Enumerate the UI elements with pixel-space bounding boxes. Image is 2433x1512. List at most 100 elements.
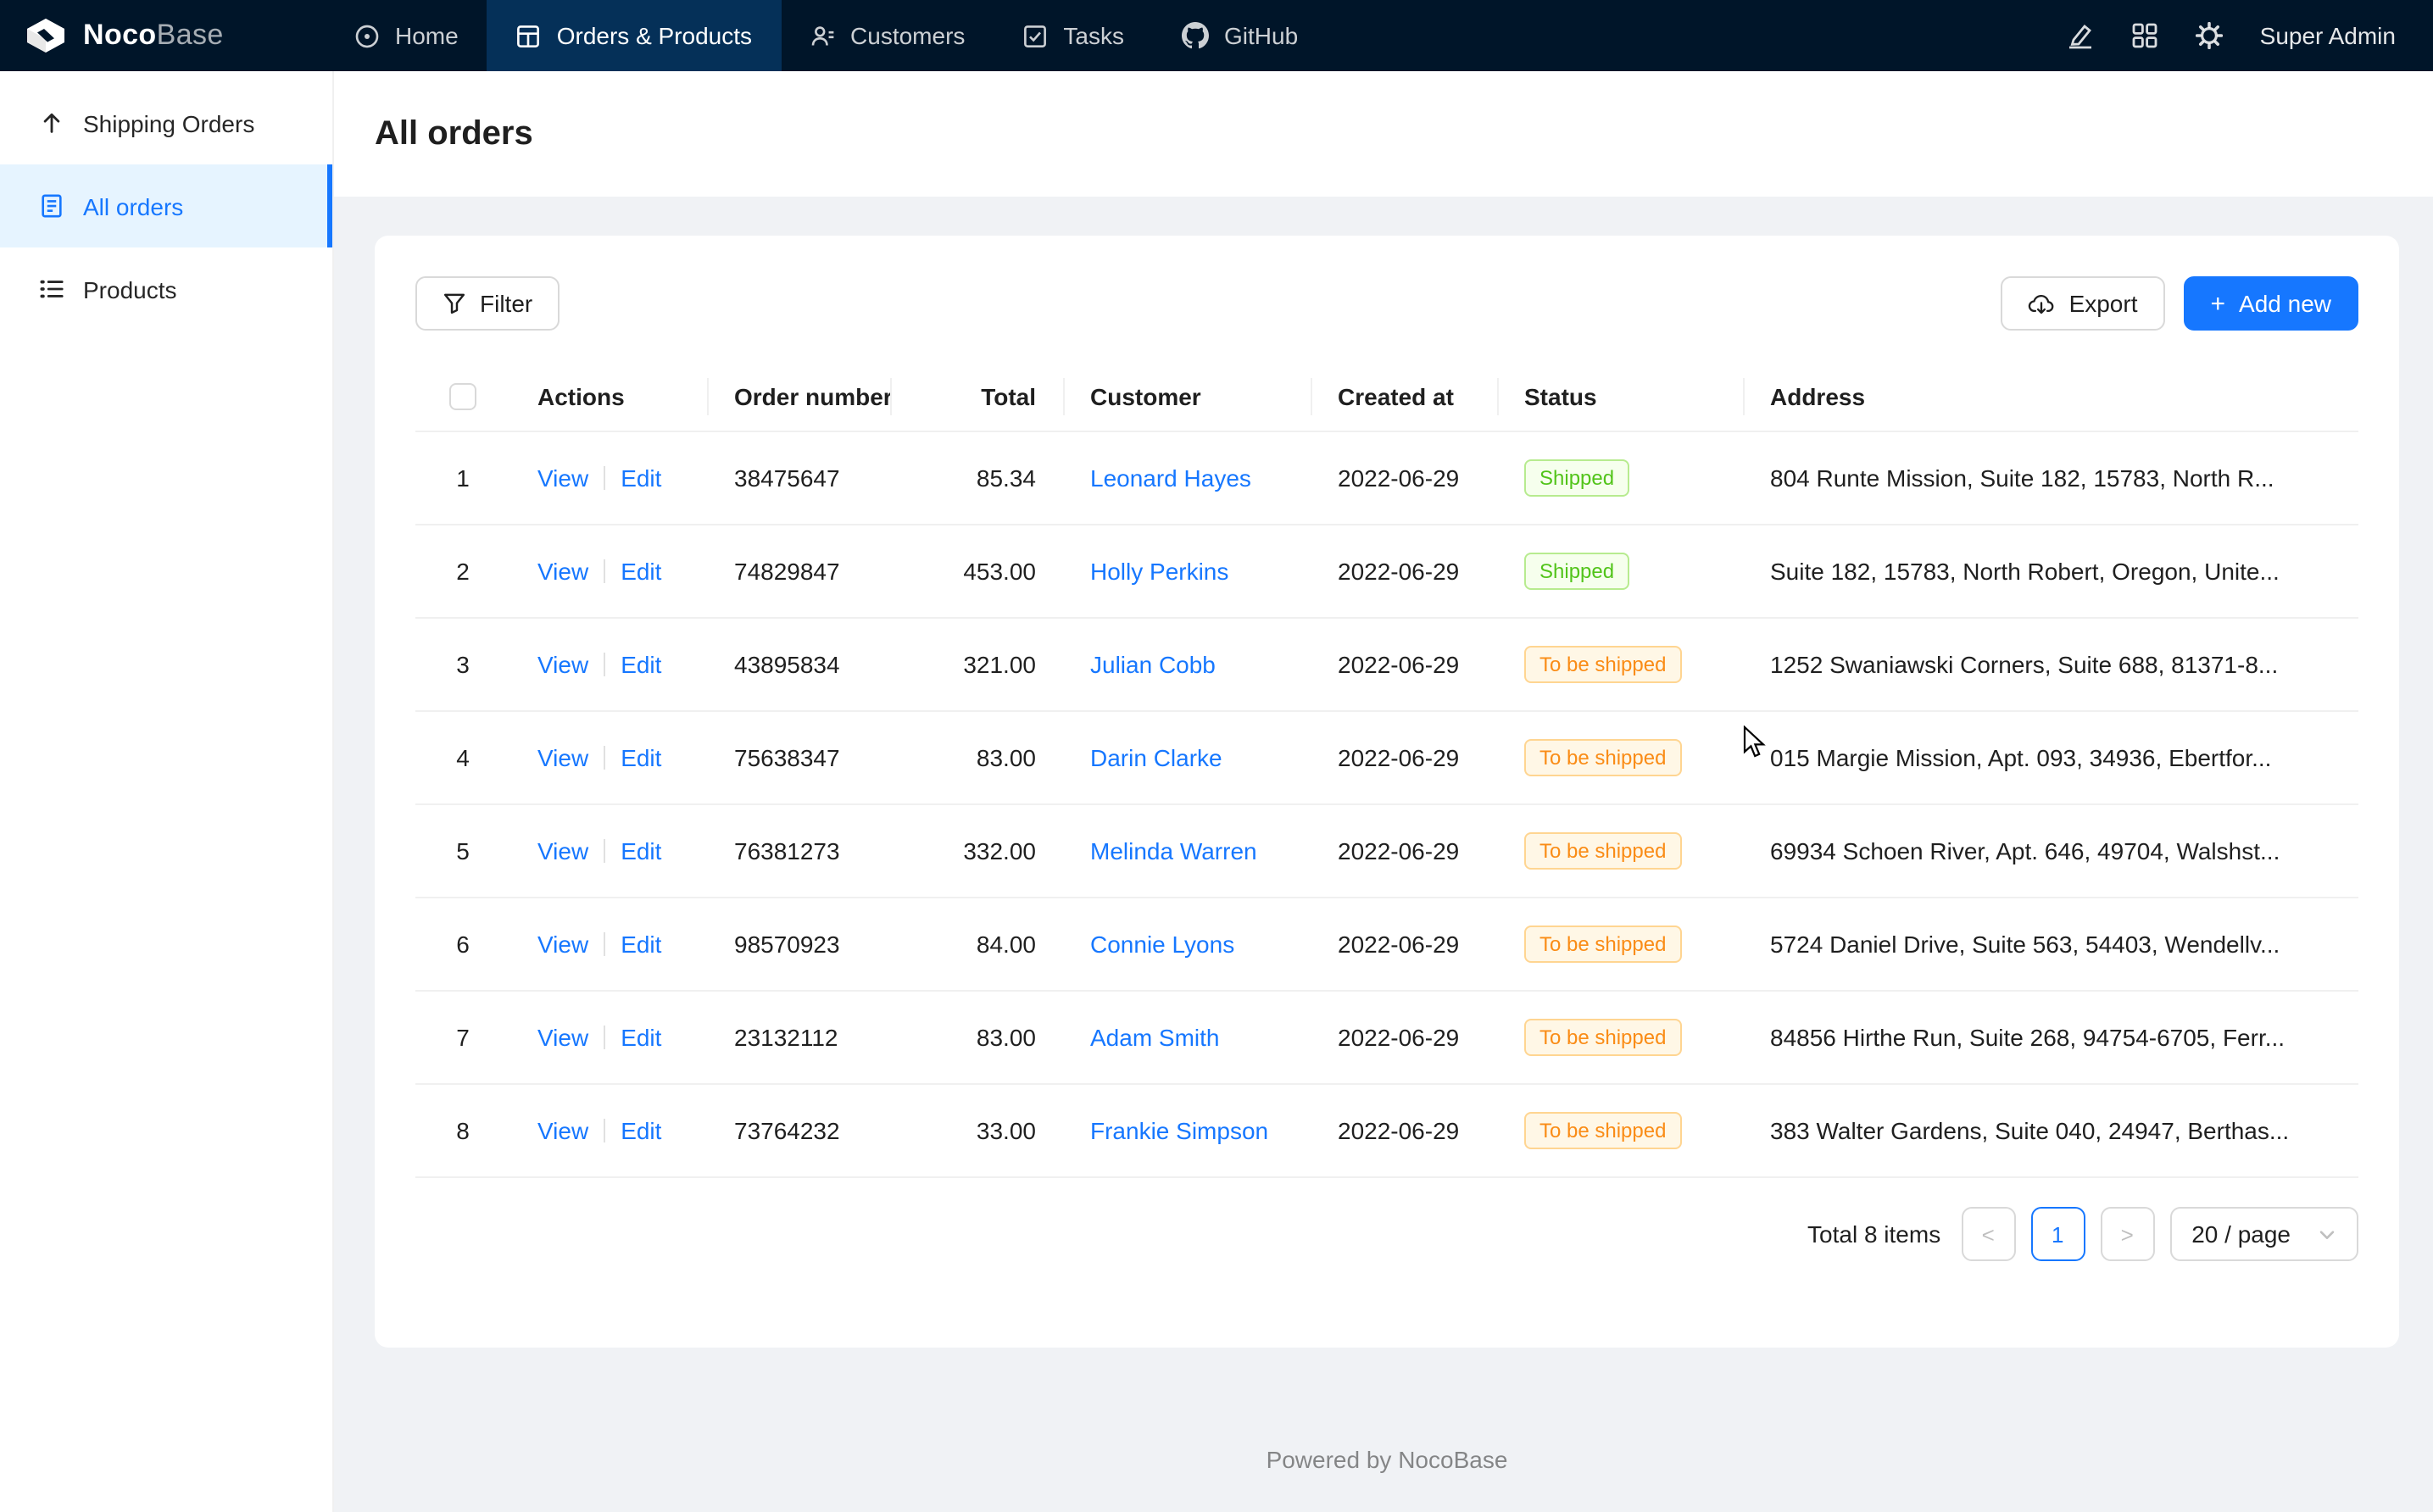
ui-editor-highlighter-icon[interactable] [2067, 22, 2094, 49]
edit-link[interactable]: Edit [621, 1118, 661, 1145]
view-link[interactable]: View [537, 559, 588, 586]
column-header-created-at: Created at [1311, 361, 1497, 432]
view-link[interactable]: View [537, 931, 588, 959]
order-number-cell: 73764232 [707, 1085, 890, 1178]
status-cell: To be shipped [1497, 712, 1743, 805]
column-header-actions: Actions [510, 361, 707, 432]
chevron-down-icon [2318, 1226, 2336, 1244]
status-badge: Shipped [1524, 553, 1629, 591]
nav-item-home[interactable]: Home [326, 0, 487, 71]
total-cell: 83.00 [890, 712, 1063, 805]
action-divider [604, 840, 605, 864]
customer-link[interactable]: Julian Cobb [1090, 652, 1216, 679]
settings-gear-icon[interactable] [2196, 22, 2223, 49]
action-divider [604, 933, 605, 957]
actions-cell: View Edit [510, 805, 707, 898]
logo-cube-icon [24, 17, 68, 54]
pagination-prev-button[interactable]: < [1961, 1208, 2015, 1262]
view-link[interactable]: View [537, 745, 588, 772]
edit-link[interactable]: Edit [621, 838, 661, 865]
table-row: 2 ViewEdit 74829847 453.00 Holly Perkins… [415, 525, 2358, 619]
column-header-order-number: Order number [707, 361, 890, 432]
action-divider [604, 653, 605, 677]
logo-text: NocoBase [83, 19, 224, 53]
status-badge: To be shipped [1524, 833, 1681, 870]
actions-cell: View Edit [510, 1085, 707, 1178]
table-row: 8 ViewEdit 73764232 33.00 Frankie Simpso… [415, 1085, 2358, 1178]
status-cell: Shipped [1497, 525, 1743, 619]
view-link[interactable]: View [537, 838, 588, 865]
table-row: 6 ViewEdit 98570923 84.00 Connie Lyons 2… [415, 898, 2358, 992]
customer-link[interactable]: Frankie Simpson [1090, 1118, 1268, 1145]
view-link[interactable]: View [537, 652, 588, 679]
filter-funnel-icon [443, 292, 466, 315]
status-cell: To be shipped [1497, 1085, 1743, 1178]
customer-link[interactable]: Leonard Hayes [1090, 465, 1251, 492]
nav-item-orders-products[interactable]: Orders & Products [487, 0, 781, 71]
order-number-cell: 43895834 [707, 619, 890, 712]
user-menu[interactable]: Super Admin [2260, 22, 2396, 49]
orders-table: Actions Order number Total Customer Crea… [415, 361, 2358, 1179]
actions-cell: View Edit [510, 992, 707, 1085]
view-link[interactable]: View [537, 1118, 588, 1145]
address-cell: Suite 182, 15783, North Robert, Oregon, … [1743, 525, 2358, 619]
view-link[interactable]: View [537, 465, 588, 492]
view-link[interactable]: View [537, 1025, 588, 1052]
customer-link[interactable]: Darin Clarke [1090, 745, 1222, 772]
nocobase-logo[interactable]: NocoBase [0, 17, 326, 54]
pagination-page-1[interactable]: 1 [2030, 1208, 2085, 1262]
edit-link[interactable]: Edit [621, 559, 661, 586]
sidebar-item-products[interactable]: Products [0, 247, 332, 331]
row-index-cell: 1 [415, 432, 510, 525]
nav-item-label: Customers [850, 22, 965, 49]
customer-link[interactable]: Holly Perkins [1090, 559, 1228, 586]
plugin-blocks-icon[interactable] [2131, 22, 2158, 49]
nav-item-tasks[interactable]: Tasks [994, 0, 1153, 71]
customer-link[interactable]: Melinda Warren [1090, 838, 1257, 865]
add-new-button[interactable]: + Add new [2184, 276, 2359, 331]
github-icon [1182, 22, 1209, 49]
order-number-cell: 23132112 [707, 992, 890, 1085]
customer-cell: Adam Smith [1063, 992, 1311, 1085]
sidebar-item-all-orders[interactable]: All orders [0, 164, 332, 247]
total-cell: 332.00 [890, 805, 1063, 898]
select-all-checkbox[interactable] [449, 384, 476, 411]
customer-link[interactable]: Adam Smith [1090, 1025, 1220, 1052]
sidebar-item-shipping-orders[interactable]: Shipping Orders [0, 81, 332, 164]
sidebar-item-label: All orders [83, 192, 183, 220]
plus-icon: + [2211, 291, 2226, 316]
pagination-next-button[interactable]: > [2100, 1208, 2154, 1262]
order-number-cell: 38475647 [707, 432, 890, 525]
edit-link[interactable]: Edit [621, 931, 661, 959]
orders-table-body: 1 ViewEdit 38475647 85.34 Leonard Hayes … [415, 432, 2358, 1178]
page-size-select[interactable]: 20 / page [2169, 1208, 2358, 1262]
orders-card: Filter Export [375, 236, 2399, 1348]
actions-cell: View Edit [510, 432, 707, 525]
table-row: 1 ViewEdit 38475647 85.34 Leonard Hayes … [415, 432, 2358, 525]
created-at-cell: 2022-06-29 [1311, 992, 1497, 1085]
edit-link[interactable]: Edit [621, 745, 661, 772]
edit-link[interactable]: Edit [621, 652, 661, 679]
nav-item-label: Tasks [1063, 22, 1124, 49]
pagination-total: Total 8 items [1807, 1221, 1940, 1248]
nav-item-customers[interactable]: Customers [781, 0, 994, 71]
actions-cell: View Edit [510, 898, 707, 992]
customer-cell: Julian Cobb [1063, 619, 1311, 712]
customers-icon [810, 23, 835, 48]
orders-file-icon [39, 193, 64, 219]
table-row: 3 ViewEdit 43895834 321.00 Julian Cobb 2… [415, 619, 2358, 712]
filter-button[interactable]: Filter [415, 276, 560, 331]
edit-link[interactable]: Edit [621, 465, 661, 492]
customer-link[interactable]: Connie Lyons [1090, 931, 1234, 959]
edit-link[interactable]: Edit [621, 1025, 661, 1052]
export-button[interactable]: Export [2002, 276, 2165, 331]
orders-table-icon [516, 23, 542, 48]
export-cloud-icon [2029, 292, 2056, 315]
main-area: All orders Filter [334, 71, 2433, 1512]
nav-item-github[interactable]: GitHub [1153, 0, 1327, 71]
action-divider [604, 747, 605, 770]
customer-cell: Frankie Simpson [1063, 1085, 1311, 1178]
column-header-status: Status [1497, 361, 1743, 432]
address-cell: 804 Runte Mission, Suite 182, 15783, Nor… [1743, 432, 2358, 525]
created-at-cell: 2022-06-29 [1311, 898, 1497, 992]
